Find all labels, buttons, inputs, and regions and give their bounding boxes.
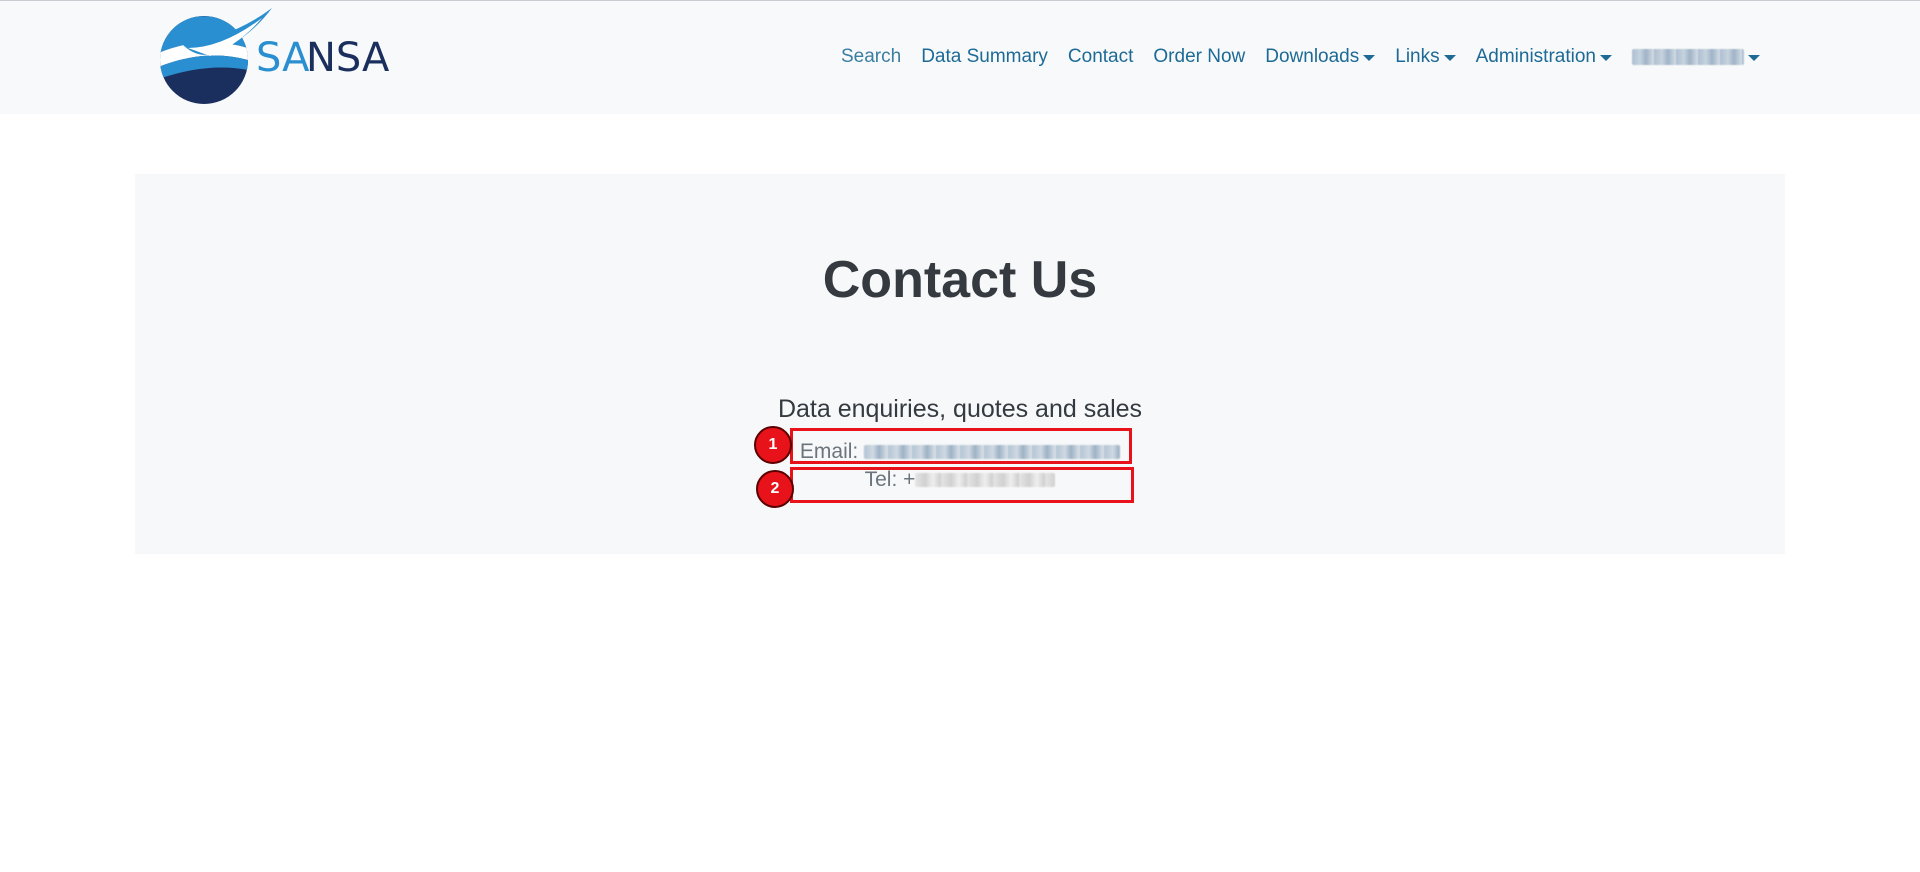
page-title: Contact Us: [822, 251, 1098, 309]
caret-down-icon: [1443, 55, 1456, 61]
main-nav: Search Data Summary Contact Order Now Do…: [821, 44, 1760, 70]
nav-contact[interactable]: Contact: [1068, 44, 1133, 70]
annotation-badge-2: 2: [756, 470, 794, 508]
caret-down-icon: [1600, 55, 1612, 61]
top-navbar: SA NSA Search Data Summary Contact Order…: [0, 0, 1920, 114]
caret-down-icon: [1363, 55, 1376, 61]
section-heading: Data enquiries, quotes and sales: [777, 395, 1143, 423]
nav-downloads-label: Downloads: [1265, 46, 1360, 67]
nav-downloads-dropdown[interactable]: Downloads: [1265, 44, 1376, 70]
logo-sa-text: SA: [256, 35, 310, 81]
nav-order-now[interactable]: Order Now: [1153, 44, 1245, 70]
annotation-box-1: [790, 428, 1132, 464]
nav-links-dropdown[interactable]: Links: [1395, 44, 1456, 70]
annotation-badge-1: 1: [754, 426, 792, 464]
nav-search[interactable]: Search: [841, 44, 901, 70]
caret-down-icon: [1748, 55, 1760, 61]
nav-links-label: Links: [1395, 46, 1440, 67]
sansa-logo[interactable]: SA NSA: [152, 8, 392, 104]
annotation-box-2: [790, 467, 1134, 503]
nav-administration-dropdown[interactable]: Administration: [1476, 44, 1612, 70]
nav-administration-label: Administration: [1475, 46, 1596, 67]
logo-nsa-text: NSA: [306, 35, 390, 81]
user-name-redacted: [1632, 49, 1744, 65]
nav-user-dropdown[interactable]: [1632, 49, 1760, 65]
nav-data-summary[interactable]: Data Summary: [921, 44, 1048, 70]
